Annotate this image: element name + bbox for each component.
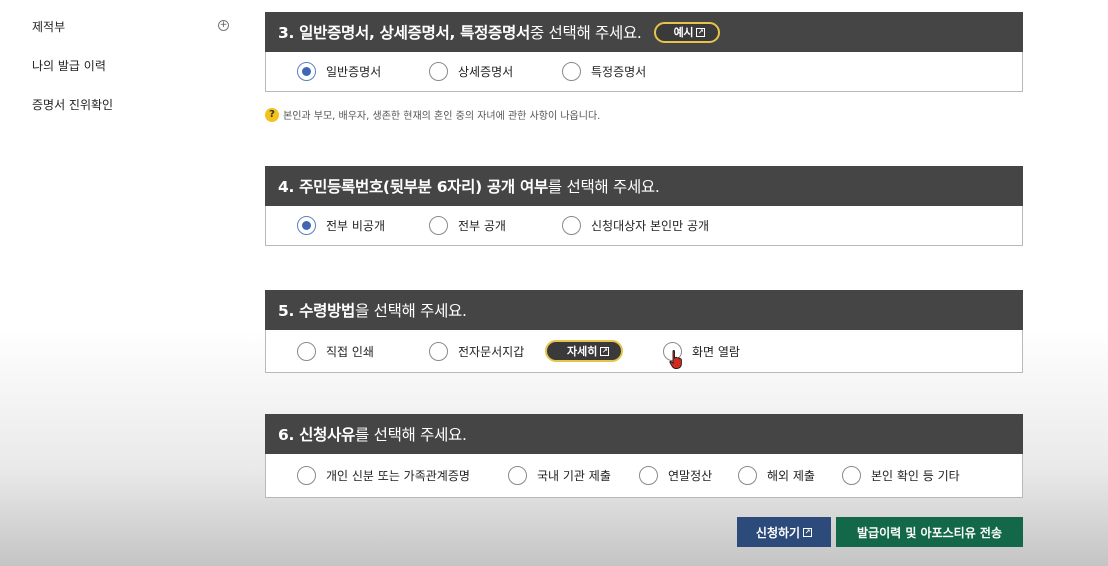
radio-icon[interactable] bbox=[429, 62, 448, 81]
option-label: 신청대상자 본인만 공개 bbox=[591, 219, 710, 233]
section-header: 5. 수령방법 을 선택해 주세요. bbox=[265, 290, 1023, 330]
detail-button-label: 자세히 bbox=[567, 345, 598, 358]
section-title-rest: 를 선택해 주세요. bbox=[547, 178, 660, 196]
option-label: 연말정산 bbox=[668, 469, 713, 483]
radio-icon[interactable] bbox=[842, 466, 861, 485]
section-header: 6. 신청사유 를 선택해 주세요. bbox=[265, 414, 1023, 454]
send-history-apostille-button[interactable]: 발급이력 및 아포스티유 전송 bbox=[836, 517, 1023, 547]
external-link-icon: ↗ bbox=[803, 527, 813, 537]
expand-plus-icon[interactable]: + bbox=[218, 20, 229, 31]
option-label: 전부 공개 bbox=[458, 219, 506, 233]
option-label: 직접 인쇄 bbox=[326, 344, 374, 359]
option-label: 해외 제출 bbox=[767, 469, 815, 483]
question-circle-icon: ? bbox=[265, 107, 279, 122]
option-label: 본인 확인 등 기타 bbox=[871, 469, 960, 483]
send-button-label: 발급이력 및 아포스티유 전송 bbox=[856, 525, 1002, 540]
option-family-relation[interactable]: 개인 신분 또는 가족관계증명 bbox=[297, 454, 470, 497]
option-e-wallet[interactable]: 전자문서지갑 bbox=[429, 330, 524, 372]
option-year-end-tax[interactable]: 연말정산 bbox=[639, 454, 712, 497]
section-header: 4. 주민등록번호(뒷부분 6자리) 공개 여부 를 선택해 주세요. bbox=[265, 166, 1023, 206]
radio-checked-icon[interactable] bbox=[297, 62, 316, 81]
radio-icon[interactable] bbox=[639, 466, 658, 485]
option-label: 상세증명서 bbox=[458, 65, 514, 79]
section-title-rest: 을 선택해 주세요. bbox=[355, 302, 467, 320]
option-label: 전부 비공개 bbox=[326, 219, 386, 233]
option-detailed[interactable]: 상세증명서 bbox=[429, 52, 513, 91]
radio-checked-icon[interactable] bbox=[297, 216, 316, 235]
radio-icon[interactable] bbox=[429, 216, 448, 235]
section-options: 직접 인쇄 전자문서지갑 자세히 ↗ 화면 열람 bbox=[265, 330, 1023, 373]
help-note-text: 본인과 부모, 배우자, 생존한 현재의 혼인 중의 자녀에 관한 사항이 나옵… bbox=[283, 111, 601, 122]
section-receive-method: 5. 수령방법 을 선택해 주세요. 직접 인쇄 전자문서지갑 자세히 ↗ 화면… bbox=[265, 290, 1023, 373]
section-title-rest: 를 선택해 주세요. bbox=[355, 426, 467, 444]
option-specific[interactable]: 특정증명서 bbox=[562, 52, 646, 91]
section-options: 개인 신분 또는 가족관계증명 국내 기관 제출 연말정산 해외 제출 본인 확… bbox=[265, 454, 1023, 498]
option-domestic-agency[interactable]: 국내 기관 제출 bbox=[508, 454, 611, 497]
option-label: 특정증명서 bbox=[591, 65, 647, 79]
section-title-rest: 중 선택해 주세요. bbox=[529, 24, 642, 42]
radio-icon[interactable] bbox=[738, 466, 757, 485]
radio-icon[interactable] bbox=[297, 466, 316, 485]
option-general[interactable]: 일반증명서 bbox=[297, 52, 381, 91]
section-reason: 6. 신청사유 를 선택해 주세요. 개인 신분 또는 가족관계증명 국내 기관… bbox=[265, 414, 1023, 498]
section-title-bold: 3. 일반증명서, 상세증명서, 특정증명서 bbox=[278, 24, 530, 42]
option-label: 개인 신분 또는 가족관계증명 bbox=[326, 469, 470, 483]
option-overseas[interactable]: 해외 제출 bbox=[738, 454, 815, 497]
option-all-private[interactable]: 전부 비공개 bbox=[297, 206, 385, 245]
section-title-bold: 5. 수령방법 bbox=[278, 302, 356, 320]
example-button[interactable]: 예시 ↗ bbox=[653, 21, 721, 43]
option-other[interactable]: 본인 확인 등 기타 bbox=[842, 454, 960, 497]
sidebar-item-jejeokbu[interactable]: 제적부 bbox=[32, 18, 65, 35]
example-button-label: 예시 bbox=[673, 26, 694, 39]
option-self-only[interactable]: 신청대상자 본인만 공개 bbox=[562, 206, 709, 245]
sidebar-item-verify[interactable]: 증명서 진위확인 bbox=[32, 96, 113, 113]
section-options: 일반증명서 상세증명서 특정증명서 bbox=[265, 52, 1023, 92]
option-label: 일반증명서 bbox=[326, 65, 382, 79]
external-link-icon: ↗ bbox=[696, 27, 706, 37]
radio-icon[interactable] bbox=[429, 341, 448, 361]
hand-cursor-icon bbox=[669, 350, 682, 369]
option-print[interactable]: 직접 인쇄 bbox=[297, 330, 374, 372]
section-options: 전부 비공개 전부 공개 신청대상자 본인만 공개 bbox=[265, 206, 1023, 246]
radio-icon[interactable] bbox=[508, 466, 527, 485]
detail-button[interactable]: 자세히 ↗ bbox=[545, 340, 624, 362]
option-label: 화면 열람 bbox=[692, 344, 740, 359]
radio-icon[interactable] bbox=[562, 216, 581, 235]
apply-button[interactable]: 신청하기 ↗ bbox=[737, 517, 831, 547]
radio-icon[interactable] bbox=[562, 62, 581, 81]
section-title-bold: 4. 주민등록번호(뒷부분 6자리) 공개 여부 bbox=[278, 178, 548, 196]
apply-button-label: 신청하기 bbox=[755, 525, 801, 540]
radio-icon[interactable] bbox=[297, 341, 316, 361]
sidebar-item-my-history[interactable]: 나의 발급 이력 bbox=[32, 57, 106, 74]
section-header: 3. 일반증명서, 상세증명서, 특정증명서 중 선택해 주세요. 예시 ↗ bbox=[265, 12, 1023, 52]
external-link-icon: ↗ bbox=[600, 346, 610, 356]
option-label: 전자문서지갑 bbox=[458, 344, 525, 359]
section-rrn-disclosure: 4. 주민등록번호(뒷부분 6자리) 공개 여부 를 선택해 주세요. 전부 비… bbox=[265, 166, 1023, 246]
option-all-public[interactable]: 전부 공개 bbox=[429, 206, 506, 245]
help-note: ? 본인과 부모, 배우자, 생존한 현재의 혼인 중의 자녀에 관한 사항이 … bbox=[265, 107, 600, 122]
option-label: 국내 기관 제출 bbox=[537, 469, 611, 483]
section-certificate-type: 3. 일반증명서, 상세증명서, 특정증명서 중 선택해 주세요. 예시 ↗ 일… bbox=[265, 12, 1023, 92]
section-title-bold: 6. 신청사유 bbox=[278, 426, 356, 444]
